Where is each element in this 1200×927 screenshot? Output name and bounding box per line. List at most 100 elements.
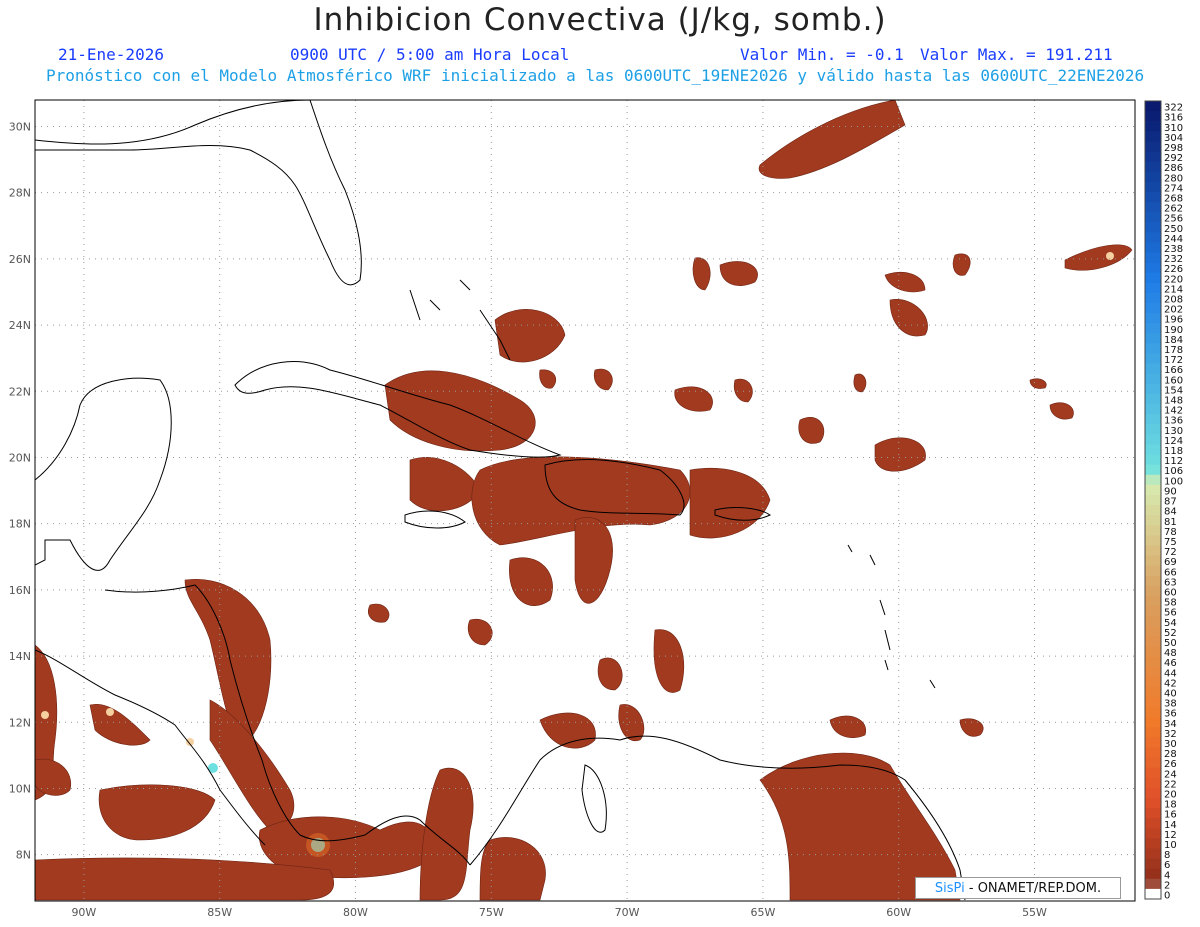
colorbar-swatch — [1145, 767, 1161, 779]
lat-tick-label: 10N — [9, 782, 31, 795]
lat-tick-label: 24N — [9, 319, 31, 332]
colorbar-swatch — [1145, 747, 1161, 759]
colorbar-swatch — [1145, 323, 1161, 334]
colorbar-swatch — [1145, 707, 1161, 718]
colorbar-swatch — [1145, 161, 1161, 173]
colorbar-swatch — [1145, 727, 1161, 738]
colorbar-swatch — [1145, 151, 1161, 163]
colorbar-swatch — [1145, 787, 1161, 799]
colorbar-swatch — [1145, 636, 1161, 647]
colorbar-swatch — [1145, 373, 1161, 385]
colorbar-swatch — [1145, 575, 1161, 587]
colorbar-swatch — [1145, 464, 1161, 476]
colorbar-swatch — [1145, 282, 1161, 294]
colorbar-swatch — [1145, 313, 1161, 324]
colorbar-swatch — [1145, 434, 1161, 445]
colorbar-swatch — [1145, 666, 1161, 678]
lat-tick-label: 30N — [9, 120, 31, 133]
colorbar-swatch — [1145, 606, 1161, 617]
colorbar-swatch — [1145, 515, 1161, 526]
colorbar-swatch — [1145, 676, 1161, 688]
colorbar-swatch — [1145, 424, 1161, 435]
colorbar-swatch — [1145, 444, 1161, 456]
lat-tick-label: 8N — [16, 849, 31, 862]
lat-tick-label: 22N — [9, 385, 31, 398]
colorbar-swatch — [1145, 808, 1161, 819]
lon-tick-label: 80W — [343, 906, 368, 919]
colorbar-label: 0 — [1164, 891, 1170, 902]
colorbar: 3223163103042982922862802742682622562502… — [1144, 100, 1183, 902]
lat-tick-label: 16N — [9, 584, 31, 597]
colorbar-swatch — [1145, 191, 1161, 203]
lon-tick-label: 85W — [207, 906, 232, 919]
colorbar-swatch — [1145, 717, 1161, 728]
lat-tick-label: 12N — [9, 716, 31, 729]
colorbar-swatch — [1145, 858, 1161, 870]
colorbar-swatch — [1145, 141, 1161, 153]
credit-text: - ONAMET/REP.DOM. — [964, 881, 1102, 896]
colorbar-swatch — [1145, 101, 1161, 112]
colorbar-swatch — [1145, 212, 1161, 223]
colorbar-swatch — [1145, 848, 1161, 860]
colorbar-swatch — [1145, 686, 1161, 698]
colorbar-swatch — [1145, 626, 1161, 637]
lon-tick-label: 75W — [479, 906, 504, 919]
colorbar-swatch — [1145, 202, 1161, 213]
colorbar-swatch — [1145, 121, 1161, 132]
colorbar-swatch — [1145, 353, 1161, 365]
colorbar-swatch — [1145, 454, 1161, 466]
colorbar-swatch — [1145, 232, 1161, 243]
colorbar-swatch — [1145, 404, 1161, 415]
credit-brand: SisPi — [934, 881, 965, 896]
colorbar-swatch — [1145, 262, 1161, 274]
colorbar-swatch — [1145, 272, 1161, 284]
lat-tick-label: 14N — [9, 650, 31, 663]
colorbar-swatch — [1145, 595, 1161, 607]
colorbar-swatch — [1145, 484, 1161, 496]
colorbar-swatch — [1145, 828, 1161, 839]
colorbar-swatch — [1145, 737, 1161, 748]
latitude-tick-labels: 30N 28N 26N 24N 22N 20N 18N 16N 14N 12N 10N 8N — [9, 120, 31, 861]
colorbar-swatch — [1145, 818, 1161, 829]
colorbar-swatch — [1145, 797, 1161, 809]
colorbar-swatch — [1145, 646, 1161, 658]
colorbar-swatch — [1145, 656, 1161, 668]
lon-tick-label: 60W — [886, 906, 911, 919]
lon-tick-label: 70W — [615, 906, 640, 919]
credit-box: SisPi - ONAMET/REP.DOM. — [915, 877, 1121, 899]
colorbar-swatch — [1145, 585, 1161, 597]
colorbar-swatch — [1145, 505, 1161, 516]
colorbar-swatch — [1145, 131, 1161, 142]
colorbar-swatch — [1145, 555, 1161, 567]
colorbar-swatch — [1145, 181, 1161, 193]
colorbar-swatch — [1145, 888, 1161, 900]
colorbar-swatch — [1145, 252, 1161, 264]
colorbar-swatch — [1145, 868, 1161, 880]
colorbar-swatch — [1145, 171, 1161, 183]
lon-tick-label: 55W — [1022, 906, 1047, 919]
lat-tick-label: 20N — [9, 451, 31, 464]
colorbar-swatch — [1145, 838, 1161, 849]
colorbar-swatch — [1145, 616, 1161, 627]
colorbar-swatch — [1145, 414, 1161, 425]
colorbar-swatch — [1145, 757, 1161, 769]
colorbar-swatch — [1145, 363, 1161, 375]
lat-tick-label: 26N — [9, 253, 31, 266]
forecast-map: 90W 85W 80W 75W 70W 65W 60W 55W 30N 28N 26N 24N 22N… — [9, 99, 1183, 919]
colorbar-swatch — [1145, 545, 1161, 557]
colorbar-swatch — [1145, 777, 1161, 789]
lat-tick-label: 28N — [9, 187, 31, 200]
colorbar-swatch — [1145, 565, 1161, 577]
colorbar-swatch — [1145, 474, 1161, 486]
colorbar-swatch — [1145, 222, 1161, 233]
colorbar-swatch — [1145, 494, 1161, 506]
colorbar-swatch — [1145, 393, 1161, 405]
colorbar-swatch — [1145, 878, 1161, 890]
lat-tick-label: 18N — [9, 518, 31, 531]
colorbar-swatch — [1145, 525, 1161, 536]
colorbar-swatch — [1145, 343, 1161, 355]
colorbar-swatch — [1145, 696, 1161, 708]
colorbar-swatch — [1145, 303, 1161, 314]
colorbar-swatch — [1145, 333, 1161, 344]
lon-tick-label: 65W — [750, 906, 775, 919]
